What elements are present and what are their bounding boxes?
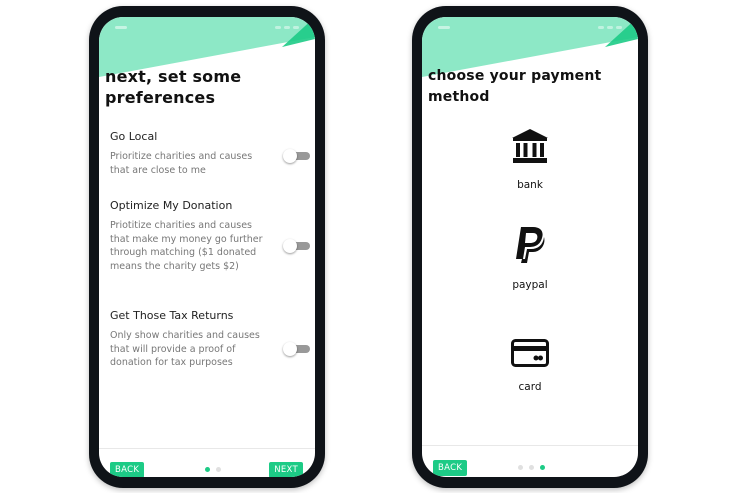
payment-option-label: bank <box>517 179 543 191</box>
preference-description: Priotitize charities and causes that mak… <box>110 220 263 272</box>
page-indicator <box>205 467 221 472</box>
preference-description: Only show charities and causes that will… <box>110 330 260 369</box>
preference-tax-returns: Get Those Tax Returns Only show charitie… <box>110 309 310 370</box>
status-bar-icons <box>275 26 299 29</box>
preference-go-local: Go Local Prioritize charities and causes… <box>110 130 310 177</box>
back-button[interactable]: BACK <box>110 462 145 477</box>
preferences-screen: next, set some preferences Go Local Prio… <box>99 17 315 477</box>
credit-card-icon <box>511 339 549 367</box>
payment-option-label: card <box>518 381 542 393</box>
page-title: choose your payment method <box>428 68 602 105</box>
next-button[interactable]: NEXT <box>269 462 303 477</box>
toggle-knob <box>283 342 297 356</box>
payment-option-card[interactable]: card <box>422 339 638 393</box>
toggle-knob <box>283 149 297 163</box>
preference-optimize-donation: Optimize My Donation Priotitize charitie… <box>110 199 310 273</box>
preference-label: Get Those Tax Returns <box>110 309 234 322</box>
page-dot <box>529 465 534 470</box>
status-bar-icons <box>598 26 622 29</box>
footer-divider <box>422 445 638 446</box>
preference-description: Prioritize charities and causes that are… <box>110 151 253 176</box>
payment-screen: choose your payment method bank paypal c… <box>422 17 638 477</box>
bank-icon <box>512 129 548 163</box>
status-bar-time <box>438 26 450 29</box>
payment-option-paypal[interactable]: paypal <box>422 225 638 291</box>
page-indicator <box>518 465 545 470</box>
payment-option-bank[interactable]: bank <box>422 127 638 191</box>
page-dot-active <box>205 467 210 472</box>
preference-label: Go Local <box>110 130 158 143</box>
paypal-icon <box>516 227 545 263</box>
preference-label: Optimize My Donation <box>110 199 233 212</box>
page-dot <box>518 465 523 470</box>
phone-preferences: next, set some preferences Go Local Prio… <box>89 6 325 488</box>
optimize-donation-toggle[interactable] <box>283 239 310 253</box>
footer-divider <box>99 448 315 449</box>
page-title: next, set some preferences <box>105 67 242 107</box>
phone-payment: choose your payment method bank paypal c… <box>412 6 648 488</box>
toggle-knob <box>283 239 297 253</box>
page-dot-active <box>540 465 545 470</box>
page-dot <box>216 467 221 472</box>
tax-returns-toggle[interactable] <box>283 342 310 356</box>
back-button[interactable]: BACK <box>433 460 468 476</box>
status-bar-time <box>115 26 127 29</box>
go-local-toggle[interactable] <box>283 149 310 163</box>
payment-option-label: paypal <box>512 279 548 291</box>
